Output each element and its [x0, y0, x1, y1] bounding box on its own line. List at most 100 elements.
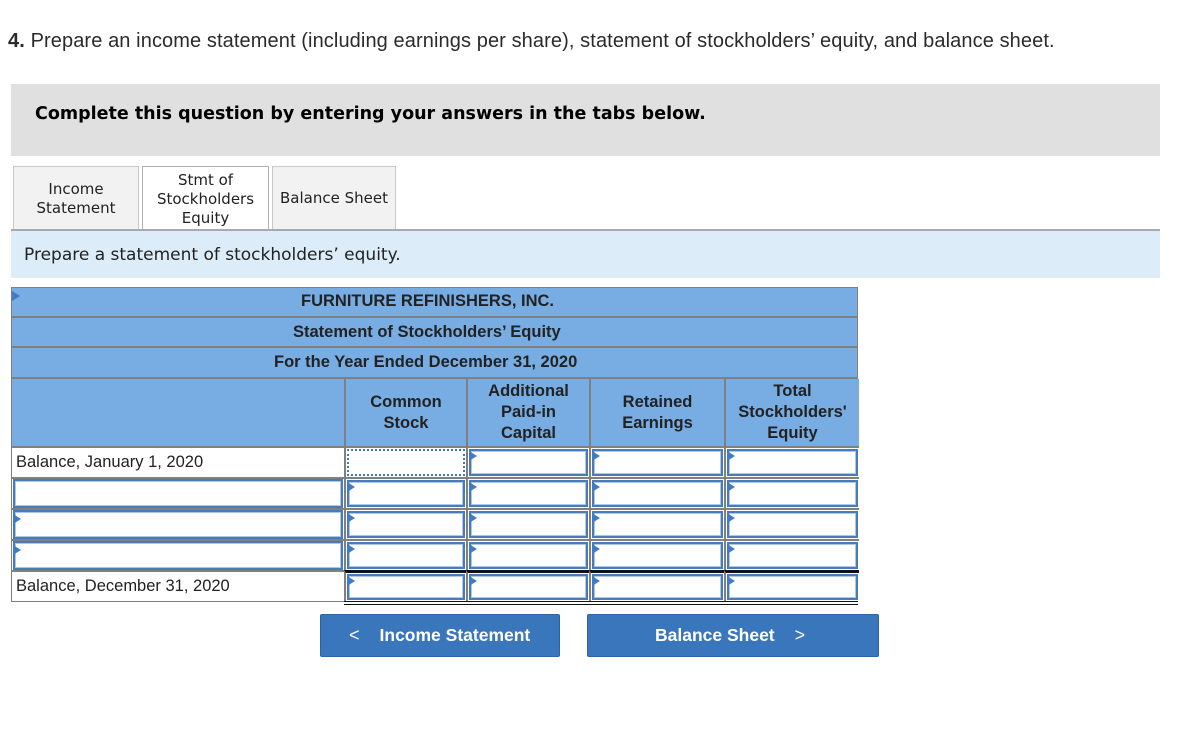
cell-apic[interactable]: [466, 539, 589, 570]
input-field[interactable]: [347, 574, 465, 600]
header-text: Additional Paid-in Capital: [488, 382, 569, 442]
input-marker-icon: [727, 482, 735, 492]
tab-bar: Income Statement Stmt of Stockholders Eq…: [13, 166, 396, 231]
cell-retained-earnings[interactable]: [589, 508, 724, 539]
tab-stmt-stockholders-equity[interactable]: Stmt of Stockholders Equity: [142, 166, 269, 231]
question-text: 4. Prepare an income statement (includin…: [8, 30, 1055, 53]
row-label: Balance, December 31, 2020: [12, 570, 344, 601]
input-field[interactable]: [727, 542, 858, 569]
cell-common-stock[interactable]: [344, 508, 466, 539]
chevron-right-icon: >: [794, 625, 806, 645]
statement-table: FURNITURE REFINISHERS, INC. Statement of…: [11, 287, 859, 605]
row-label-cell[interactable]: [12, 508, 344, 539]
column-header-retained-earnings: Retained Earnings: [589, 379, 724, 446]
dropdown-marker-icon: [13, 545, 21, 555]
input-marker-icon: [347, 482, 355, 492]
input-field[interactable]: [592, 511, 723, 538]
input-field[interactable]: [469, 480, 588, 507]
statement-grid: Common Stock Additional Paid-in Capital …: [11, 291, 859, 602]
row-label-dropdown[interactable]: [13, 541, 343, 570]
prompt-bar: Prepare a statement of stockholders’ equ…: [11, 231, 1160, 278]
input-marker-icon: [727, 544, 735, 554]
input-field[interactable]: [469, 511, 588, 538]
cell-total-equity[interactable]: [724, 446, 859, 477]
instruction-text: Complete this question by entering your …: [35, 104, 706, 124]
input-field[interactable]: [592, 542, 723, 569]
row-label-dropdown[interactable]: [13, 510, 343, 539]
input-marker-icon: [469, 576, 477, 586]
chevron-left-icon: <: [349, 625, 360, 645]
input-field[interactable]: [727, 480, 858, 507]
input-marker-icon: [347, 544, 355, 554]
input-marker-icon: [469, 451, 477, 461]
input-marker-icon: [727, 513, 735, 523]
cell-total-equity[interactable]: [724, 508, 859, 539]
cell-apic[interactable]: [466, 508, 589, 539]
tab-label: Income Statement: [36, 179, 116, 217]
input-marker-icon: [469, 544, 477, 554]
tab-income-statement[interactable]: Income Statement: [13, 166, 139, 230]
cell-common-stock[interactable]: [344, 539, 466, 570]
cell-apic-total[interactable]: [466, 570, 589, 601]
input-field[interactable]: [347, 480, 465, 507]
next-balance-sheet-button[interactable]: Balance Sheet >: [587, 614, 879, 657]
input-marker-icon: [727, 451, 735, 461]
statement-title-row: Statement of Stockholders’ Equity: [11, 316, 858, 346]
cell-common-stock[interactable]: [344, 446, 476, 477]
input-field[interactable]: [347, 542, 465, 569]
header-text: Total Stockholders' Equity: [738, 382, 847, 442]
input-marker-icon: [592, 482, 600, 492]
next-button-label: Balance Sheet: [655, 625, 775, 645]
row-label-dropdown[interactable]: [13, 479, 343, 508]
input-field[interactable]: [727, 449, 858, 476]
input-field[interactable]: [592, 449, 723, 476]
statement-period: For the Year Ended December 31, 2020: [274, 353, 578, 371]
cell-retained-earnings[interactable]: [589, 446, 724, 477]
double-underline: [344, 601, 858, 605]
input-marker-icon: [727, 576, 735, 586]
input-field[interactable]: [592, 574, 723, 600]
cell-retained-earnings-total[interactable]: [589, 570, 724, 601]
dropdown-marker-icon: [13, 514, 21, 524]
input-field[interactable]: [592, 480, 723, 507]
input-marker-icon: [592, 513, 600, 523]
input-field[interactable]: [469, 542, 588, 569]
header-text: Common Stock: [370, 392, 442, 432]
column-header-total-equity: Total Stockholders' Equity: [724, 379, 859, 446]
cell-total-equity[interactable]: [724, 539, 859, 570]
column-header-common-stock: Common Stock: [344, 379, 466, 446]
prev-income-statement-button[interactable]: < Income Statement: [320, 614, 560, 657]
column-header-label: [12, 379, 344, 446]
cell-common-stock-total[interactable]: [344, 570, 466, 601]
instruction-bar: Complete this question by entering your …: [11, 84, 1160, 156]
row-label-cell[interactable]: [12, 291, 344, 508]
input-marker-icon: [469, 513, 477, 523]
input-field[interactable]: [727, 511, 858, 538]
cell-total-equity-total[interactable]: [724, 570, 859, 601]
input-field[interactable]: [347, 511, 465, 538]
input-marker-icon: [469, 482, 477, 492]
row-label-cell[interactable]: [12, 539, 344, 570]
dropdown-marker-icon: [12, 291, 20, 301]
input-marker-icon: [347, 513, 355, 523]
company-name: FURNITURE REFINISHERS, INC.: [301, 292, 555, 310]
input-field[interactable]: [469, 449, 588, 476]
cell-common-stock[interactable]: [344, 477, 466, 508]
cell-apic[interactable]: [466, 446, 589, 477]
input-field[interactable]: [347, 449, 465, 476]
question-body: Prepare an income statement (including e…: [30, 30, 1055, 52]
header-text: Retained Earnings: [622, 392, 693, 432]
cell-apic[interactable]: [466, 477, 589, 508]
input-field[interactable]: [469, 574, 588, 600]
cell-retained-earnings[interactable]: [589, 477, 724, 508]
statement-period-row: For the Year Ended December 31, 2020: [11, 346, 858, 377]
cell-retained-earnings[interactable]: [589, 539, 724, 570]
input-field[interactable]: [727, 574, 858, 600]
prompt-text: Prepare a statement of stockholders’ equ…: [24, 245, 401, 265]
prev-button-label: Income Statement: [379, 625, 531, 645]
cell-total-equity[interactable]: [724, 477, 859, 508]
row-label: Balance, January 1, 2020: [12, 446, 344, 477]
input-marker-icon: [592, 451, 600, 461]
input-marker-icon: [347, 576, 355, 586]
tab-balance-sheet[interactable]: Balance Sheet: [272, 166, 396, 230]
